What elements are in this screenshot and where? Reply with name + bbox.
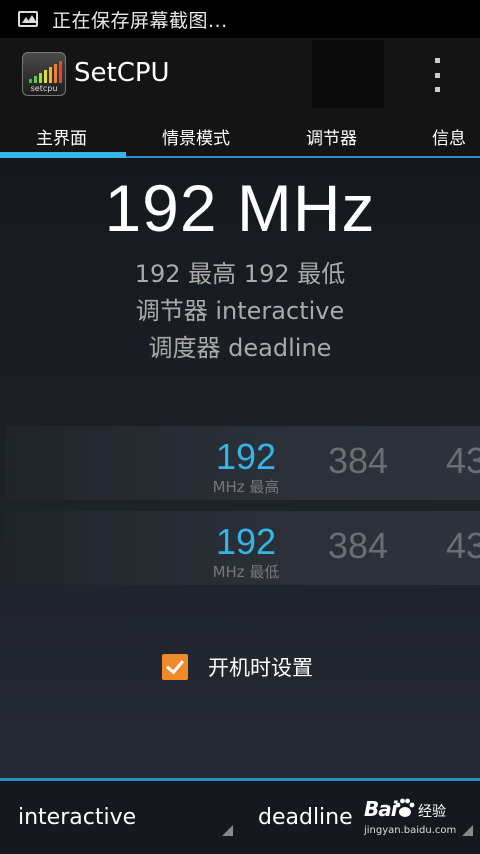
set-on-boot-label: 开机时设置 bbox=[208, 656, 313, 680]
max-frequency-picker[interactable]: 192 MHz 最高 384 43 bbox=[6, 426, 480, 500]
min-frequency-picker[interactable]: 192 MHz 最低 384 43 bbox=[6, 511, 480, 585]
max-min-summary: 192 最高 192 最低 bbox=[134, 260, 346, 288]
max-option-value[interactable]: 384 bbox=[328, 440, 388, 482]
tab-info[interactable]: 信息 bbox=[432, 124, 466, 149]
set-on-boot-checkbox[interactable] bbox=[162, 654, 188, 680]
governor-summary: 调节器 interactive bbox=[135, 297, 345, 325]
main-panel: 192 MHz 192 最高 192 最低 调节器 interactive 调度… bbox=[0, 158, 480, 778]
image-icon bbox=[18, 11, 38, 27]
status-bar: 正在保存屏幕截图... bbox=[0, 0, 480, 38]
action-bar: setcpu SetCPU bbox=[0, 38, 480, 114]
action-bar-placeholder bbox=[312, 40, 384, 108]
scheduler-spinner-arrow-icon[interactable] bbox=[462, 825, 473, 836]
app-icon-label: setcpu bbox=[30, 84, 58, 93]
setcpu-app-icon[interactable]: setcpu bbox=[22, 52, 66, 96]
bottom-bar: interactive deadline Bai 经验 jingyan.baid… bbox=[0, 778, 480, 854]
scheduler-summary: 调度器 deadline bbox=[148, 334, 332, 362]
watermark-url: jingyan.baidu.com bbox=[364, 825, 457, 836]
overflow-menu-icon[interactable] bbox=[428, 58, 446, 92]
governor-spinner-arrow-icon[interactable] bbox=[222, 825, 233, 836]
governor-spinner[interactable]: interactive bbox=[18, 805, 136, 830]
set-on-boot-row[interactable]: 开机时设置 bbox=[162, 652, 313, 682]
tab-bar: 主界面 情景模式 调节器 信息 bbox=[0, 114, 480, 158]
app-title: SetCPU bbox=[74, 58, 170, 88]
min-option-value[interactable]: 43 bbox=[446, 525, 480, 567]
max-selected-value[interactable]: 192 bbox=[196, 436, 296, 478]
max-option-value[interactable]: 43 bbox=[446, 440, 480, 482]
watermark-suffix: 经验 bbox=[418, 804, 446, 820]
status-notification-text: 正在保存屏幕截图... bbox=[52, 9, 228, 32]
min-unit-label: MHz 最低 bbox=[212, 563, 280, 581]
watermark-brand: Bai bbox=[364, 797, 398, 821]
tab-governor[interactable]: 调节器 bbox=[306, 124, 357, 149]
paw-icon bbox=[395, 798, 415, 817]
min-option-value[interactable]: 384 bbox=[328, 525, 388, 567]
scheduler-spinner[interactable]: deadline bbox=[258, 805, 353, 830]
tab-main[interactable]: 主界面 bbox=[36, 124, 87, 149]
tab-profiles[interactable]: 情景模式 bbox=[162, 124, 230, 149]
signal-bars-icon bbox=[29, 61, 62, 83]
max-unit-label: MHz 最高 bbox=[212, 478, 280, 496]
min-selected-value[interactable]: 192 bbox=[196, 521, 296, 563]
current-frequency: 192 MHz bbox=[104, 171, 376, 245]
baidu-watermark: Bai 经验 jingyan.baidu.com bbox=[360, 795, 460, 845]
